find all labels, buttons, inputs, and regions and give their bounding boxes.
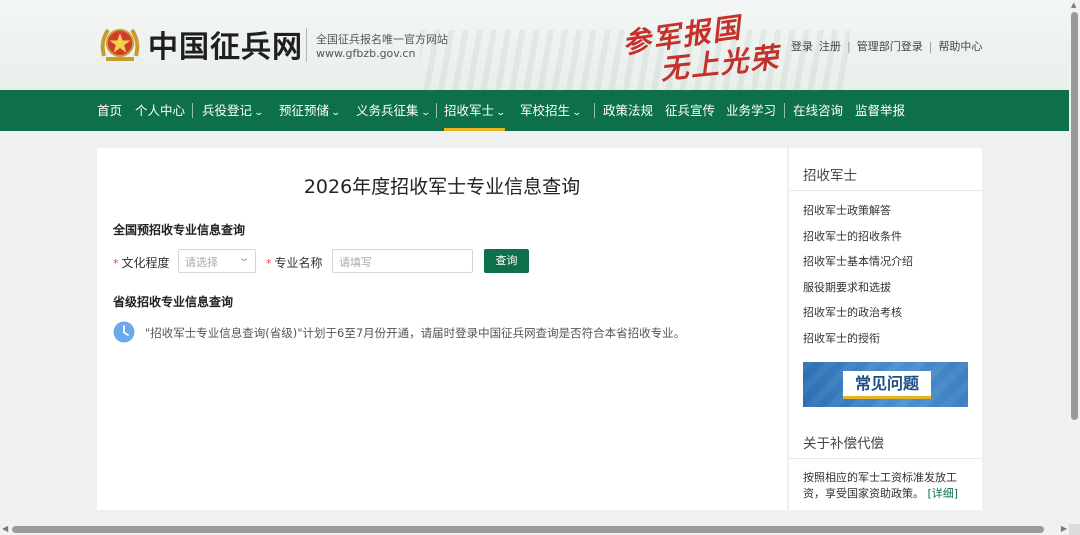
chevron-down-icon: ⌄ [330,108,342,118]
nav-label: 首页 [97,103,123,118]
nav-label: 业务学习 [726,103,777,118]
compensation-more-link[interactable]: [详细] [928,487,959,500]
nav-report[interactable]: 监督举报 [855,90,905,131]
faq-banner-label: 常见问题 [843,371,931,399]
page-title: 2026年度招收军士专业信息查询 [303,176,581,198]
sidebar-divider [789,190,982,191]
nav-military-academy[interactable]: 军校招生⌄ [520,90,583,131]
nav-label: 个人中心 [135,103,186,118]
nav-label: 兵役登记 [202,103,253,118]
site-subtitle: 全国征兵报名唯一官方网站 [316,33,448,46]
nav-home[interactable]: 首页 [97,90,122,131]
nav-divider [784,103,785,118]
chevron-down-icon: ⌄ [237,253,251,264]
chevron-down-icon: ⌄ [495,108,507,118]
site-title[interactable]: 中国征兵网 [148,22,303,66]
provincial-section-title: 省级招收专业信息查询 [113,295,234,309]
major-label-text: 专业名称 [274,256,323,270]
nav-label: 军校招生 [520,103,571,118]
nav-label: 预征预储 [279,103,330,118]
nav-label: 义务兵征集 [356,103,419,118]
nav-policies[interactable]: 政策法规 [603,90,653,131]
sidebar-link-introduction[interactable]: 招收军士基本情况介绍 [803,253,913,269]
query-button[interactable]: 查询 [484,249,529,273]
education-label: * 文化程度 [113,254,170,271]
chevron-down-icon: ⌄ [571,108,583,118]
nav-label: 征兵宣传 [665,103,716,118]
nav-publicity[interactable]: 征兵宣传 [665,90,715,131]
register-link[interactable]: 注册 [819,40,841,53]
site-url: www.gfbzb.gov.cn [316,47,416,60]
education-select[interactable]: 请选择 ⌄ [178,249,256,273]
nav-label: 招收军士 [444,103,495,118]
required-mark: * [113,257,119,270]
logo-divider [306,28,307,62]
nav-conscription[interactable]: 义务兵征集⌄ [356,90,431,131]
sidebar-divider [789,458,982,459]
sidebar-link-service-period[interactable]: 服役期要求和选拔 [803,279,891,295]
nav-personal-center[interactable]: 个人中心 [135,90,185,131]
help-center-link[interactable]: 帮助中心 [938,40,982,53]
nav-label: 监督举报 [855,103,906,118]
nav-divider [594,103,595,118]
query-panel: 2026年度招收军士专业信息查询 全国预招收专业信息查询 * 文化程度 请选择 ⌄… [97,148,787,510]
sidebar: 招收军士 招收军士政策解答 招收军士的招收条件 招收军士基本情况介绍 服役期要求… [789,148,982,510]
site-header: 中国征兵网 全国征兵报名唯一官方网站 www.gfbzb.gov.cn 参军报国… [0,0,1069,90]
scroll-left-arrow-icon[interactable]: ◀ [2,524,8,533]
top-links: 登录 注册 | 管理部门登录 | 帮助中心 [791,38,988,54]
compensation-heading: 关于补偿代偿 [803,436,884,452]
horizontal-scroll-thumb[interactable] [12,526,1044,533]
major-label: * 专业名称 [266,254,323,271]
nav-divider [192,103,193,118]
education-placeholder: 请选择 [185,256,218,269]
admin-login-link[interactable]: 管理部门登录 [857,40,923,53]
link-divider: | [847,40,851,53]
login-link[interactable]: 登录 [791,40,813,53]
sidebar-link-political-review[interactable]: 招收军士的政治考核 [803,304,902,320]
sidebar-heading: 招收军士 [803,168,857,184]
nav-sergeant-recruitment[interactable]: 招收军士⌄ [444,90,507,131]
nav-pre-enlistment[interactable]: 预征预储⌄ [279,90,342,131]
compensation-text: 按照相应的军士工资标准发放工资，享受国家资助政策。 [详细] [803,470,968,502]
scroll-up-arrow-icon[interactable]: ▲ [1071,1,1076,9]
link-divider: | [928,40,933,53]
scroll-right-arrow-icon[interactable]: ▶ [1061,524,1067,533]
sidebar-link-rank-conferral[interactable]: 招收军士的授衔 [803,330,880,346]
army-emblem-icon[interactable] [98,24,142,64]
nav-label: 政策法规 [603,103,654,118]
major-input[interactable]: 请填写 [332,249,473,273]
nav-label: 在线咨询 [793,103,844,118]
sidebar-link-policy-faq[interactable]: 招收军士政策解答 [803,202,891,218]
scrollbar-corner [1069,524,1080,535]
chevron-down-icon: ⌄ [420,108,431,118]
nav-online-consult[interactable]: 在线咨询 [793,90,843,131]
horizontal-scrollbar[interactable]: ◀ ▶ [0,524,1069,535]
nav-learning[interactable]: 业务学习 [726,90,776,131]
sidebar-link-conditions[interactable]: 招收军士的招收条件 [803,228,902,244]
required-mark: * [266,257,272,270]
clock-icon [113,321,135,343]
major-placeholder: 请填写 [339,256,372,269]
nav-divider [436,103,437,118]
main-nav: 首页 个人中心 兵役登记⌄ 预征预储⌄ 义务兵征集⌄ 招收军士⌄ 军校招生⌄ 政… [0,90,1069,131]
chevron-down-icon: ⌄ [253,108,265,118]
vertical-scrollbar[interactable]: ▲ [1069,0,1080,524]
national-section-title: 全国预招收专业信息查询 [113,223,246,237]
faq-banner[interactable]: 常见问题 [803,362,968,407]
education-label-text: 文化程度 [121,256,170,270]
provincial-notice: "招收军士专业信息查询(省级)"计划于6至7月份开通，请届时登录中国征兵网查询是… [145,326,686,340]
vertical-scroll-thumb[interactable] [1071,12,1078,420]
nav-military-registration[interactable]: 兵役登记⌄ [202,90,265,131]
